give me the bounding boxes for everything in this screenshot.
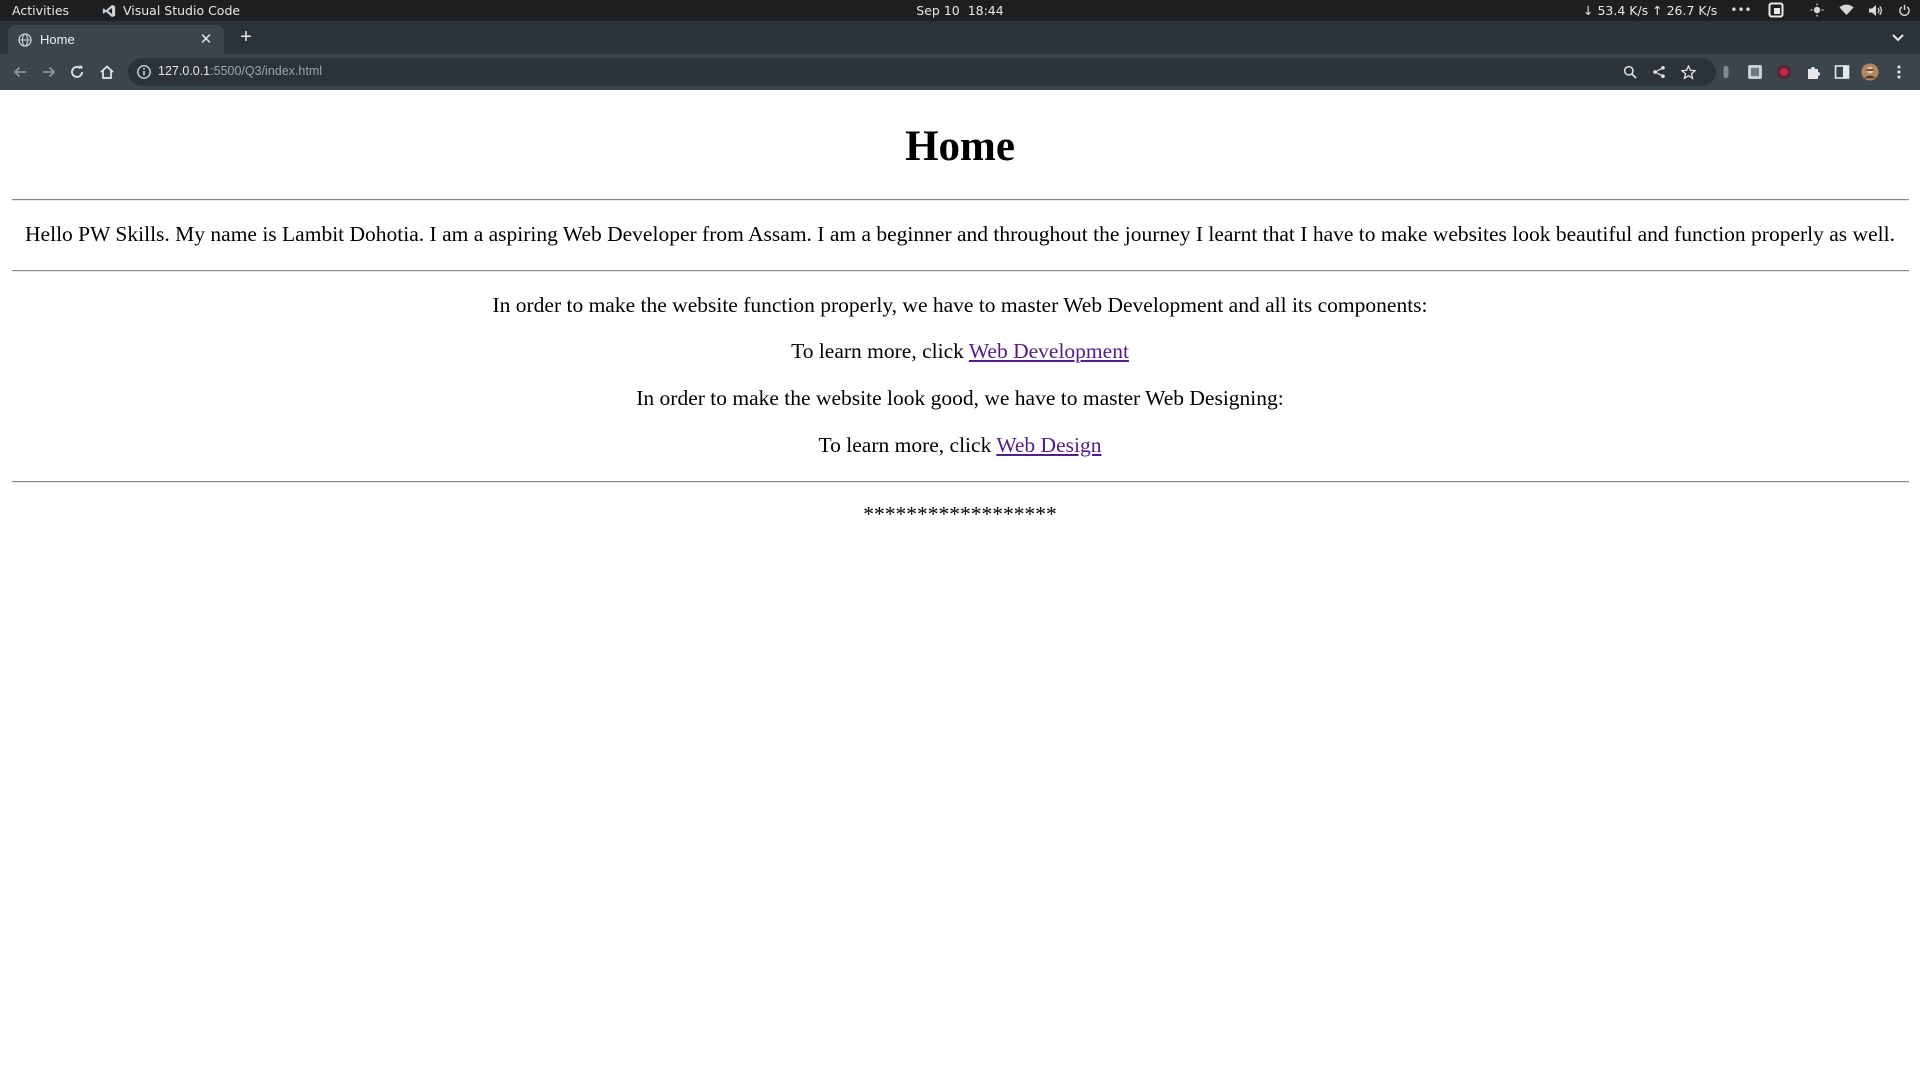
night-light-icon[interactable] [1809, 2, 1825, 18]
design-learn-more: To learn more, click Web Design [0, 433, 1920, 458]
back-button[interactable] [9, 61, 31, 83]
system-tray: ••• [1730, 2, 1912, 18]
stars-separator: ****************** [863, 502, 1057, 526]
window-switcher-icon[interactable] [1768, 2, 1784, 18]
vscode-icon [102, 4, 116, 17]
dev-learn-prefix: To learn more, click [791, 339, 969, 363]
power-icon[interactable] [1896, 2, 1912, 18]
zoom-icon[interactable] [1622, 64, 1638, 80]
tab-title: Home [40, 32, 75, 47]
profile-avatar[interactable] [1861, 63, 1879, 81]
system-top-bar: Activities Visual Studio Code Sep 10 18:… [0, 0, 1920, 21]
design-learn-prefix: To learn more, click [818, 433, 997, 457]
activities-button[interactable]: Activities [12, 3, 69, 18]
tab-strip: Home ✕ [0, 21, 1920, 54]
home-button[interactable] [96, 61, 118, 83]
tab-search-chevron-icon[interactable] [1890, 29, 1906, 45]
close-tab-icon[interactable]: ✕ [198, 31, 214, 48]
url-text[interactable]: 127.0.0.1:5500/Q3/index.html [158, 64, 322, 78]
divider-2 [12, 270, 1909, 272]
url-path: :5500/Q3/index.html [210, 64, 323, 78]
web-development-link[interactable]: Web Development [969, 339, 1129, 363]
clock-date[interactable]: Sep 10 [916, 3, 959, 18]
url-host: 127.0.0.1 [158, 64, 211, 78]
share-icon[interactable] [1651, 64, 1667, 80]
dev-learn-more: To learn more, click Web Development [0, 339, 1920, 364]
active-app-menu[interactable]: Visual Studio Code [102, 3, 240, 18]
app-name: Visual Studio Code [123, 3, 241, 18]
address-bar[interactable]: 127.0.0.1:5500/Q3/index.html [128, 58, 1716, 86]
dev-paragraph: In order to make the website function pr… [492, 293, 1428, 317]
page-heading: Home [905, 123, 1015, 170]
home-icon [100, 65, 114, 79]
side-panel-icon[interactable] [1833, 63, 1851, 81]
divider-1 [12, 199, 1909, 201]
forward-arrow-icon [43, 66, 56, 78]
browser-menu-icon[interactable] [1890, 63, 1908, 81]
new-tab-button[interactable]: + [236, 27, 256, 47]
web-page: Home Hello PW Skills. My name is Lambit … [0, 90, 1920, 1080]
tab-home[interactable]: Home ✕ [8, 25, 224, 54]
forward-button[interactable] [38, 61, 60, 83]
intro-paragraph: Hello PW Skills. My name is Lambit Dohot… [25, 222, 1895, 246]
design-paragraph: In order to make the website look good, … [636, 386, 1284, 410]
browser-toolbar: 127.0.0.1:5500/Q3/index.html [0, 54, 1920, 90]
extension-square-icon[interactable] [1746, 63, 1764, 81]
extension-dim-icon[interactable] [1717, 63, 1735, 81]
reload-button[interactable] [66, 61, 88, 83]
globe-icon [18, 32, 32, 47]
reload-icon [71, 65, 83, 78]
volume-icon[interactable] [1867, 2, 1883, 18]
bookmark-star-icon[interactable] [1680, 64, 1696, 80]
site-info-icon[interactable] [136, 64, 152, 80]
wifi-icon[interactable] [1838, 2, 1854, 18]
more-icon[interactable]: ••• [1730, 2, 1751, 18]
extensions-puzzle-icon[interactable] [1804, 63, 1822, 81]
divider-3 [12, 481, 1909, 483]
extension-record-icon[interactable] [1775, 63, 1793, 81]
net-speed-indicator[interactable]: ↓ 53.4 K/s ↑ 26.7 K/s [1583, 3, 1717, 18]
back-arrow-icon [13, 66, 26, 78]
web-design-link[interactable]: Web Design [996, 433, 1101, 457]
clock-time[interactable]: 18:44 [968, 3, 1004, 18]
